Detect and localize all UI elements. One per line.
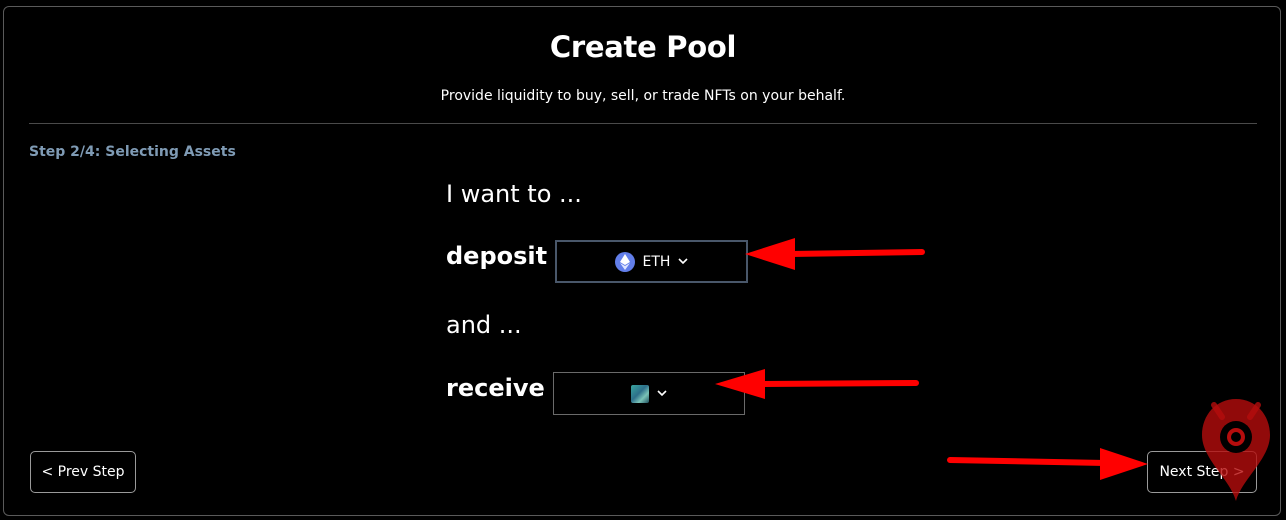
nft-collection-thumbnail xyxy=(631,384,649,403)
page-subtitle: Provide liquidity to buy, sell, or trade… xyxy=(440,88,846,104)
step-indicator: Step 2/4: Selecting Assets xyxy=(29,144,236,160)
prev-step-button[interactable]: < Prev Step xyxy=(30,451,136,493)
next-step-button[interactable]: Next Step > xyxy=(1147,451,1257,493)
connector-text: and ... xyxy=(446,311,522,339)
header-divider xyxy=(29,123,1257,124)
deposit-token-label: ETH xyxy=(642,253,671,270)
receive-label: receive xyxy=(446,374,545,402)
chevron-down-icon xyxy=(657,386,667,400)
intro-text: I want to ... xyxy=(446,180,582,208)
deposit-token-select[interactable]: ETH xyxy=(555,240,748,283)
ethereum-icon xyxy=(614,251,635,272)
deposit-label: deposit xyxy=(446,242,548,270)
page-title: Create Pool xyxy=(549,30,737,64)
receive-nft-select[interactable] xyxy=(553,372,745,415)
chevron-down-icon xyxy=(678,254,689,268)
